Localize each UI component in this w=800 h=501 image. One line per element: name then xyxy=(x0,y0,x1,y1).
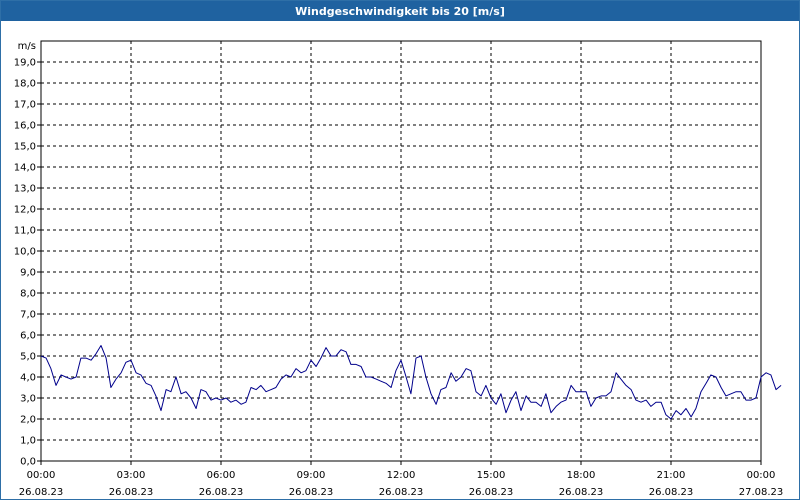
y-tick-label: 16,0 xyxy=(14,121,36,132)
x-tick-time-label: 09:00 xyxy=(297,470,326,481)
x-tick-date-label: 27.08.23 xyxy=(739,487,784,498)
x-tick-date-label: 26.08.23 xyxy=(559,487,604,498)
x-tick-date-label: 26.08.23 xyxy=(19,487,64,498)
x-tick-date-label: 26.08.23 xyxy=(199,487,244,498)
y-tick-label: 10,0 xyxy=(14,247,36,258)
x-tick-time-label: 06:00 xyxy=(207,470,236,481)
x-tick-date-label: 26.08.23 xyxy=(469,487,514,498)
x-tick-time-label: 15:00 xyxy=(477,470,506,481)
y-tick-label: 1,0 xyxy=(20,436,36,447)
x-tick-date-label: 26.08.23 xyxy=(649,487,694,498)
x-tick-time-label: 00:00 xyxy=(27,470,56,481)
y-tick-label: 5,0 xyxy=(20,352,36,363)
grid-lines xyxy=(41,41,761,461)
y-tick-label: 2,0 xyxy=(20,415,36,426)
x-tick-time-label: 21:00 xyxy=(657,470,686,481)
y-axis-unit-label: m/s xyxy=(18,41,36,52)
x-tick-date-label: 26.08.23 xyxy=(109,487,154,498)
y-axis: 0,0 1,0 2,0 3,0 4,0 5,0 6,0 7,0 8,0 9,0 10,0 11,0 12… xyxy=(14,58,41,468)
x-tick-date-label: 26.08.23 xyxy=(379,487,424,498)
x-tick-time-label: 00:00 xyxy=(747,470,776,481)
y-tick-label: 0,0 xyxy=(20,457,36,468)
x-tick-date-label: 26.08.23 xyxy=(289,487,334,498)
line-chart: 0,0 1,0 2,0 3,0 4,0 5,0 6,0 7,0 8,0 9,0 10,0 11,0 12… xyxy=(14,40,784,498)
x-tick-time-label: 18:00 xyxy=(567,470,596,481)
y-tick-label: 4,0 xyxy=(20,373,36,384)
y-tick-label: 17,0 xyxy=(14,100,36,111)
chart-window: Windgeschwindigkeit bis 20 [m/s] 0,0 1,0 2… xyxy=(0,0,800,500)
x-axis: 00:00 26.08.23 03:00 26.08.23 06:00 26.08.23 0… xyxy=(19,461,784,498)
y-tick-label: 7,0 xyxy=(20,310,36,321)
y-tick-label: 14,0 xyxy=(14,163,36,174)
series-group xyxy=(40,345,782,420)
y-tick-label: 3,0 xyxy=(20,394,36,405)
wind-speed-line xyxy=(40,345,782,420)
y-tick-label: 12,0 xyxy=(14,205,36,216)
y-tick-label: 11,0 xyxy=(14,226,36,237)
y-tick-label: 13,0 xyxy=(14,184,36,195)
y-tick-label: 9,0 xyxy=(20,268,36,279)
y-tick-label: 18,0 xyxy=(14,79,36,90)
y-tick-label: 6,0 xyxy=(20,331,36,342)
x-tick-time-label: 03:00 xyxy=(117,470,146,481)
y-tick-label: 19,0 xyxy=(14,58,36,69)
y-tick-label: 15,0 xyxy=(14,142,36,153)
x-tick-time-label: 12:00 xyxy=(387,470,416,481)
y-tick-label: 8,0 xyxy=(20,289,36,300)
